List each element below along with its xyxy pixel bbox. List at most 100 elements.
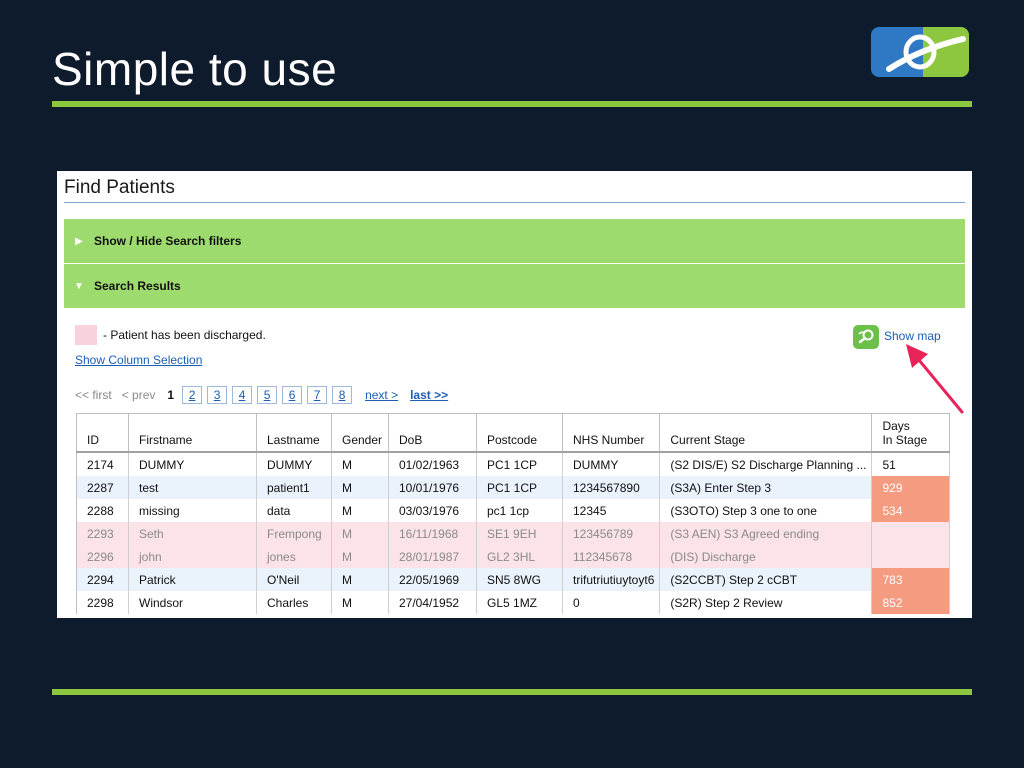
table-row-discharged[interactable]: 2293 Seth Frempong M 16/11/1968 SE1 9EH …	[76, 522, 951, 545]
search-results-toggle[interactable]: ▼ Search Results	[64, 264, 965, 308]
pager-next-link[interactable]: next >	[365, 388, 398, 402]
table-row[interactable]: 2298 Windsor Charles M 27/04/1952 GL5 1M…	[76, 591, 951, 614]
search-filters-label: Show / Hide Search filters	[94, 234, 242, 248]
cell-lastname: data	[256, 499, 332, 522]
panel-title-divider	[64, 202, 965, 203]
pager-page-link[interactable]: 4	[232, 386, 253, 404]
footer-divider	[52, 689, 972, 695]
cell-postcode: PC1 1CP	[476, 452, 563, 476]
cell-dob: 22/05/1969	[388, 568, 477, 591]
cell-gender: M	[331, 568, 389, 591]
show-column-selection-link[interactable]: Show Column Selection	[75, 353, 202, 367]
cell-postcode: GL5 1MZ	[476, 591, 563, 614]
cell-nhs-number: 112345678	[562, 545, 661, 568]
column-header-days-in-stage[interactable]: Days In Stage	[871, 413, 951, 452]
column-header-postcode[interactable]: Postcode	[476, 413, 563, 452]
pager-page-link[interactable]: 3	[207, 386, 228, 404]
cell-postcode: SN5 8WG	[476, 568, 563, 591]
cell-gender: M	[331, 499, 389, 522]
days-header-line2: In Stage	[882, 433, 928, 447]
cell-id: 2296	[76, 545, 129, 568]
cell-nhs-number: trifutriutiuytoyt6	[562, 568, 661, 591]
search-filters-toggle[interactable]: ▶ Show / Hide Search filters	[64, 219, 965, 263]
cell-id: 2294	[76, 568, 129, 591]
table-header-row: ID Firstname Lastname Gender DoB Postcod…	[76, 413, 951, 452]
pager-page-link[interactable]: 6	[282, 386, 303, 404]
slide-title: Simple to use	[52, 43, 338, 95]
cell-lastname: DUMMY	[256, 452, 332, 476]
discharged-legend-swatch	[75, 325, 97, 345]
pager-page-link[interactable]: 8	[332, 386, 353, 404]
days-header-line1: Days	[882, 419, 910, 433]
cell-nhs-number: 0	[562, 591, 661, 614]
cell-firstname: Windsor	[128, 591, 257, 614]
cell-nhs-number: 12345	[562, 499, 661, 522]
cell-postcode: SE1 9EH	[476, 522, 563, 545]
map-icon[interactable]	[853, 325, 879, 349]
cell-gender: M	[331, 591, 389, 614]
cell-current-stage: (S3OTO) Step 3 one to one	[659, 499, 873, 522]
pager-page-link[interactable]: 7	[307, 386, 328, 404]
table-row[interactable]: 2294 Patrick O'Neil M 22/05/1969 SN5 8WG…	[76, 568, 951, 591]
cell-lastname: patient1	[256, 476, 332, 499]
cell-nhs-number: 123456789	[562, 522, 661, 545]
cell-id: 2287	[76, 476, 129, 499]
cell-current-stage: (S2CCBT) Step 2 cCBT	[659, 568, 873, 591]
cell-dob: 03/03/1976	[388, 499, 477, 522]
cell-postcode: GL2 3HL	[476, 545, 563, 568]
cell-lastname: Frempong	[256, 522, 332, 545]
table-row[interactable]: 2287 test patient1 M 10/01/1976 PC1 1CP …	[76, 476, 951, 499]
pager-first: << first	[75, 388, 112, 402]
patients-table: ID Firstname Lastname Gender DoB Postcod…	[76, 413, 951, 614]
column-header-firstname[interactable]: Firstname	[128, 413, 257, 452]
cell-lastname: Charles	[256, 591, 332, 614]
cell-firstname: Patrick	[128, 568, 257, 591]
cell-firstname: john	[128, 545, 257, 568]
pager-page-link[interactable]: 5	[257, 386, 278, 404]
cell-gender: M	[331, 522, 389, 545]
cell-id: 2288	[76, 499, 129, 522]
cell-firstname: Seth	[128, 522, 257, 545]
cell-nhs-number: 1234567890	[562, 476, 661, 499]
cell-current-stage: (S2R) Step 2 Review	[659, 591, 873, 614]
cell-dob: 16/11/1968	[388, 522, 477, 545]
cell-gender: M	[331, 452, 389, 476]
column-header-dob[interactable]: DoB	[388, 413, 477, 452]
pager-current-page: 1	[167, 388, 175, 402]
column-header-current-stage[interactable]: Current Stage	[659, 413, 873, 452]
cell-current-stage: (S3 AEN) S3 Agreed ending	[659, 522, 873, 545]
cell-days-in-stage: 929	[871, 476, 951, 499]
column-header-nhs-number[interactable]: NHS Number	[562, 413, 661, 452]
pager-page-link[interactable]: 2	[182, 386, 203, 404]
table-row[interactable]: 2174 DUMMY DUMMY M 01/02/1963 PC1 1CP DU…	[76, 452, 951, 476]
collapse-arrow-icon: ▼	[74, 280, 84, 292]
cell-gender: M	[331, 545, 389, 568]
cell-dob: 01/02/1963	[388, 452, 477, 476]
cell-dob: 27/04/1952	[388, 591, 477, 614]
pager-last-link[interactable]: last >>	[410, 388, 448, 402]
cell-days-in-stage: 51	[871, 452, 951, 476]
cell-id: 2298	[76, 591, 129, 614]
column-header-gender[interactable]: Gender	[331, 413, 389, 452]
column-header-lastname[interactable]: Lastname	[256, 413, 332, 452]
table-row-discharged[interactable]: 2296 john jones M 28/01/1987 GL2 3HL 112…	[76, 545, 951, 568]
cell-days-in-stage: 783	[871, 568, 951, 591]
cell-current-stage: (S2 DIS/E) S2 Discharge Planning ...	[659, 452, 873, 476]
cell-dob: 10/01/1976	[388, 476, 477, 499]
cell-postcode: PC1 1CP	[476, 476, 563, 499]
panel-title: Find Patients	[64, 177, 175, 198]
cell-days-in-stage: 852	[871, 591, 951, 614]
discharged-legend-text: - Patient has been discharged.	[103, 328, 266, 342]
callout-arrow-icon	[906, 344, 964, 414]
table-row[interactable]: 2288 missing data M 03/03/1976 pc1 1cp 1…	[76, 499, 951, 522]
cell-lastname: jones	[256, 545, 332, 568]
cell-dob: 28/01/1987	[388, 545, 477, 568]
column-header-id[interactable]: ID	[76, 413, 129, 452]
cell-days-in-stage: 534	[871, 499, 951, 522]
cell-firstname: DUMMY	[128, 452, 257, 476]
cell-gender: M	[331, 476, 389, 499]
cell-firstname: test	[128, 476, 257, 499]
cell-postcode: pc1 1cp	[476, 499, 563, 522]
company-logo	[871, 27, 969, 77]
cell-days-in-stage	[871, 545, 951, 568]
